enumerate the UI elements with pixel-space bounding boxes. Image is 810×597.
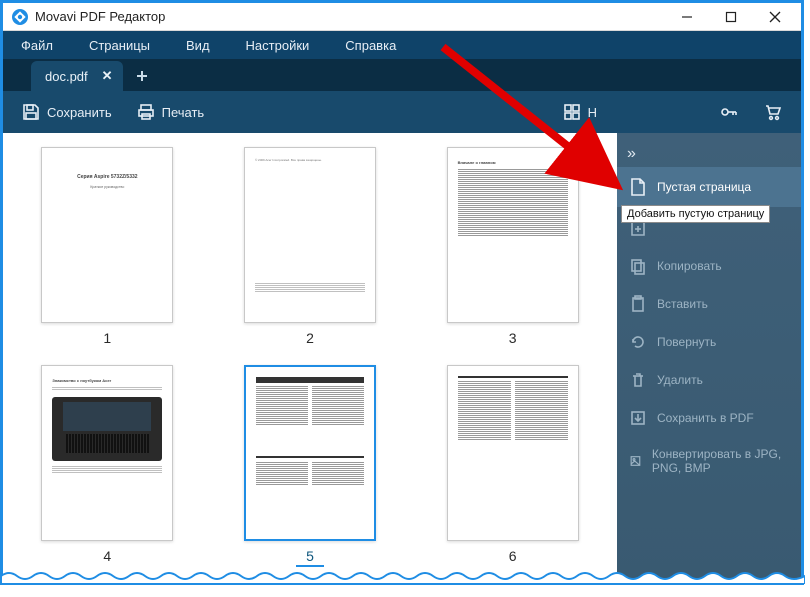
tooltip: Добавить пустую страницу [621,205,770,223]
view-toggle-button[interactable]: Н [554,98,605,126]
thumb-cell[interactable]: 6 [434,365,591,567]
side-item-label: Удалить [657,373,703,387]
thumb-number: 3 [499,329,527,347]
title-bar: Movavi PDF Редактор [3,3,801,31]
laptop-image [52,397,162,461]
tab-strip: doc.pdf ✕ [3,59,801,91]
side-item-label: Сохранить в PDF [657,411,754,425]
save-icon [21,102,41,122]
print-button[interactable]: Печать [128,98,213,126]
thumb-cell[interactable]: 5 [232,365,389,567]
side-item-paste[interactable]: Вставить [617,285,801,323]
tab-close-icon[interactable]: ✕ [102,68,113,84]
side-item-delete[interactable]: Удалить [617,361,801,399]
page-thumb-4[interactable]: Знакомство с ноутбуком Acer [41,365,173,541]
thumb-cell[interactable]: Серия Aspire 5732Z/5332 Краткое руководс… [29,147,186,347]
menu-file[interactable]: Файл [3,31,71,59]
cart-button[interactable] [755,98,791,126]
grid-view-icon [562,102,582,122]
collapse-panel-button[interactable]: » [617,141,646,167]
side-item-rotate[interactable]: Повернуть [617,323,801,361]
tab-current[interactable]: doc.pdf ✕ [31,61,123,91]
torn-edge-decoration [1,570,805,584]
side-item-label: Копировать [657,259,722,273]
printer-icon [136,102,156,122]
tab-add-button[interactable] [127,61,157,91]
save-pdf-icon [629,409,647,427]
app-window: Movavi PDF Редактор Файл Страницы Вид На… [0,0,804,585]
menu-bar: Файл Страницы Вид Настройки Справка [3,31,801,59]
side-panel: » Пустая страница Добавить пустую страни… [617,133,801,582]
side-item-save-pdf[interactable]: Сохранить в PDF [617,399,801,437]
minimize-button[interactable] [665,3,709,31]
key-button[interactable] [711,98,747,126]
page-thumb-2[interactable]: © 2009 Acer Incorporated. Все права защи… [244,147,376,323]
side-item-label: Повернуть [657,335,716,349]
workspace: Серия Aspire 5732Z/5332 Краткое руководс… [3,133,801,582]
page-thumb-3[interactable]: Вначале о главном [447,147,579,323]
file-blank-icon [629,177,647,197]
paste-icon [629,295,647,313]
app-title: Movavi PDF Редактор [35,9,165,24]
thumb-heading: Знакомство с ноутбуком Acer [52,378,162,384]
image-export-icon [629,452,642,470]
thumb-number: 4 [93,547,121,565]
view-label: Н [588,105,597,120]
rotate-icon [629,333,647,351]
thumbnail-grid: Серия Aspire 5732Z/5332 Краткое руководс… [29,147,591,567]
side-item-label: Пустая страница [657,180,751,194]
maximize-button[interactable] [709,3,753,31]
side-item-convert-image[interactable]: Конвертировать в JPG, PNG, BMP [617,437,801,486]
save-button[interactable]: Сохранить [13,98,120,126]
chevron-right-icon: » [627,145,636,162]
page-thumb-5[interactable] [244,365,376,541]
tab-label: doc.pdf [45,69,88,84]
trash-icon [629,371,647,389]
key-icon [719,102,739,122]
thumbnail-area[interactable]: Серия Aspire 5732Z/5332 Краткое руководс… [3,133,617,582]
app-icon [11,8,29,26]
thumb-heading: Вначале о главном [458,160,568,166]
print-label: Печать [162,105,205,120]
thumb-number: 5 [296,547,324,567]
thumb-cell[interactable]: Вначале о главном 3 [434,147,591,347]
menu-view[interactable]: Вид [168,31,228,59]
cart-icon [763,102,783,122]
toolbar: Сохранить Печать Н [3,91,801,133]
side-item-copy[interactable]: Копировать [617,247,801,285]
save-label: Сохранить [47,105,112,120]
side-item-label: Конвертировать в JPG, PNG, BMP [652,447,789,476]
thumb-number: 2 [296,329,324,347]
side-item-label: Вставить [657,297,708,311]
thumb-title: Серия Aspire 5732Z/5332 [52,174,162,181]
copy-icon [629,257,647,275]
thumb-number: 1 [93,329,121,347]
side-item-blank-page[interactable]: Пустая страница [617,167,801,207]
page-thumb-1[interactable]: Серия Aspire 5732Z/5332 Краткое руководс… [41,147,173,323]
thumb-subtitle: Краткое руководство [52,185,162,190]
thumb-cell[interactable]: Знакомство с ноутбуком Acer 4 [29,365,186,567]
thumb-number: 6 [499,547,527,565]
close-button[interactable] [753,3,797,31]
page-thumb-6[interactable] [447,365,579,541]
thumb-cell[interactable]: © 2009 Acer Incorporated. Все права защи… [232,147,389,347]
menu-help[interactable]: Справка [327,31,414,59]
menu-settings[interactable]: Настройки [228,31,328,59]
menu-pages[interactable]: Страницы [71,31,168,59]
